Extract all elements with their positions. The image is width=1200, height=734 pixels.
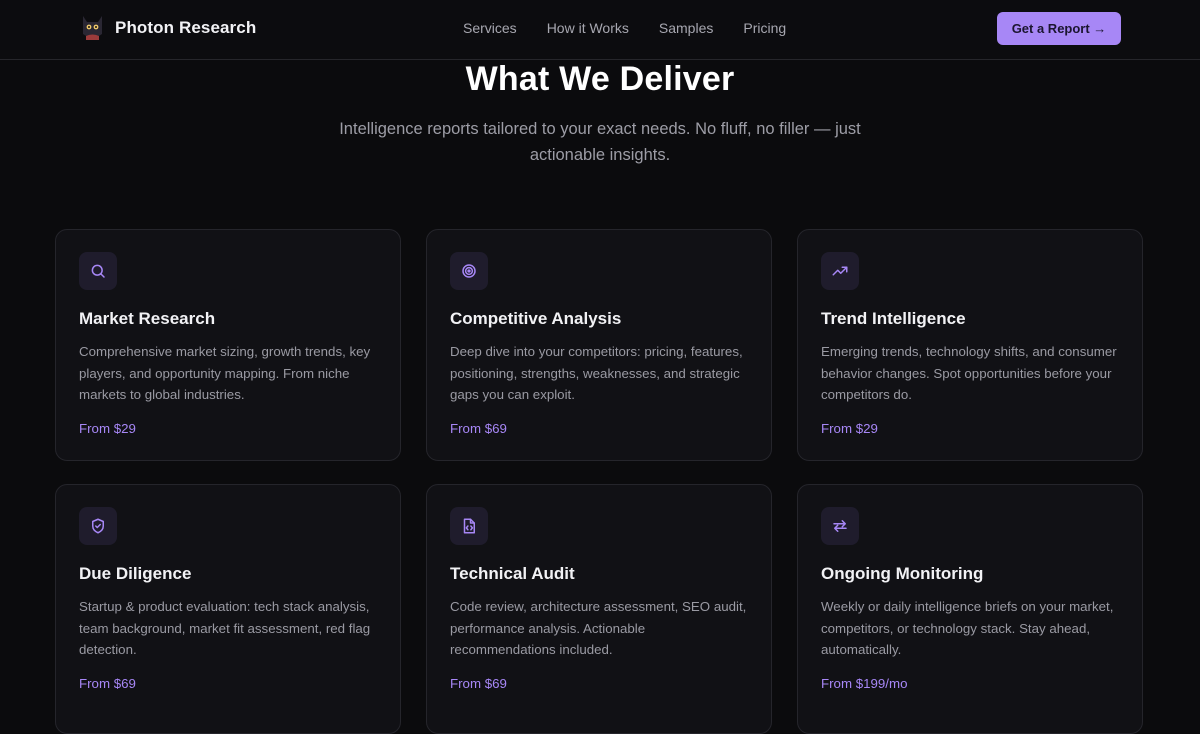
cat-logo-icon <box>83 16 102 40</box>
card-price: From $29 <box>821 421 878 436</box>
card-price: From $29 <box>79 421 136 436</box>
card-price: From $69 <box>450 676 507 691</box>
nav-link-samples[interactable]: Samples <box>659 20 713 36</box>
service-card-technical-audit[interactable]: Technical Audit Code review, architectur… <box>426 484 772 734</box>
trend-up-icon <box>821 252 859 290</box>
card-price: From $199/mo <box>821 676 908 691</box>
card-description: Weekly or daily intelligence briefs on y… <box>821 599 1114 657</box>
service-card-trend-intelligence[interactable]: Trend Intelligence Emerging trends, tech… <box>797 229 1143 461</box>
nav-link-how-it-works[interactable]: How it Works <box>547 20 629 36</box>
code-file-icon <box>450 507 488 545</box>
card-description: Startup & product evaluation: tech stack… <box>79 599 371 657</box>
search-icon <box>79 252 117 290</box>
target-icon <box>450 252 488 290</box>
section-title: What We Deliver <box>465 60 735 98</box>
nav-link-pricing[interactable]: Pricing <box>743 20 786 36</box>
card-title: Market Research <box>79 309 216 328</box>
nav-link-services[interactable]: Services <box>463 20 517 36</box>
card-description: Comprehensive market sizing, growth tren… <box>79 344 371 402</box>
card-price: From $69 <box>450 421 507 436</box>
brand-name: Photon Research <box>115 17 257 37</box>
service-card-due-diligence[interactable]: Due Diligence Startup & product evaluati… <box>55 484 401 734</box>
brand[interactable]: Photon Research <box>80 14 256 41</box>
service-card-competitive-analysis[interactable]: Competitive Analysis Deep dive into your… <box>426 229 772 461</box>
card-description: Deep dive into your competitors: pricing… <box>450 344 743 402</box>
card-title: Ongoing Monitoring <box>821 564 984 583</box>
card-description: Emerging trends, technology shifts, and … <box>821 344 1117 402</box>
card-title: Technical Audit <box>450 564 575 583</box>
card-description: Code review, architecture assessment, SE… <box>450 599 747 657</box>
get-report-button[interactable]: Get a Report → <box>997 12 1121 45</box>
card-title: Competitive Analysis <box>450 309 622 328</box>
card-price: From $69 <box>79 676 136 691</box>
top-navbar: Photon Research Services How it Works Sa… <box>0 0 1200 60</box>
nav-links: Services How it Works Samples Pricing <box>463 20 786 36</box>
card-title: Trend Intelligence <box>821 309 966 328</box>
shield-check-icon <box>79 507 117 545</box>
service-card-market-research[interactable]: Market Research Comprehensive market siz… <box>55 229 401 461</box>
repeat-icon <box>821 507 859 545</box>
section-subtitle: Intelligence reports tailored to your ex… <box>339 120 861 164</box>
service-card-ongoing-monitoring[interactable]: Ongoing Monitoring Weekly or daily intel… <box>797 484 1143 734</box>
card-title: Due Diligence <box>79 564 192 583</box>
